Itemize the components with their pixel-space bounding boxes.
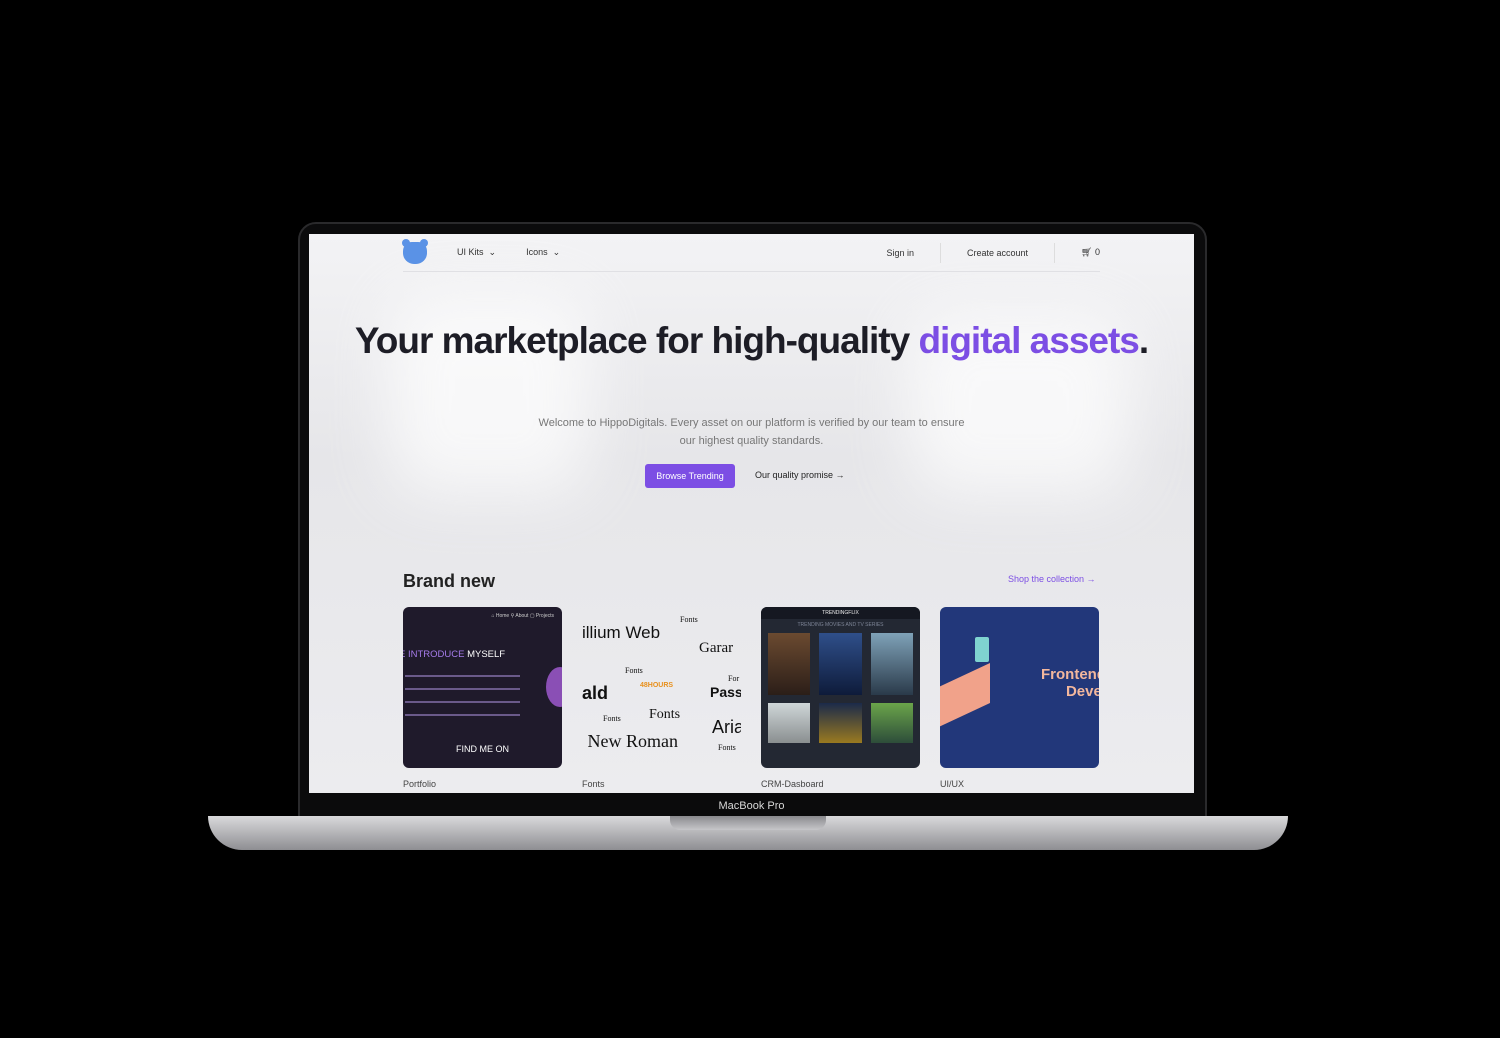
pencil-cup-illustration — [975, 637, 989, 662]
cart-icon: 🛒︎ — [1081, 247, 1093, 257]
product-card-ui-ux[interactable]: Frontend Devel — [940, 607, 1099, 768]
chevron-down-icon: ⌄ — [488, 247, 497, 257]
text-lines — [405, 675, 520, 727]
sign-in-link[interactable]: Sign in — [860, 248, 940, 258]
product-name[interactable]: Portfolio — [403, 779, 436, 789]
chevron-down-icon: ⌄ — [552, 247, 561, 257]
product-card-portfolio[interactable]: ⌂ Home ⚲ About ▢ Projects E INTRODUCE MY… — [403, 607, 562, 768]
poster-grid — [761, 628, 920, 748]
product-card-crm-dashboard[interactable]: TRENDINGFLIX TRENDING MOVIES AND TV SERI… — [761, 607, 920, 768]
nav-icons[interactable]: Icons ⌄ — [526, 247, 560, 258]
product-name[interactable]: CRM-Dasboard — [761, 779, 824, 789]
hippo-logo-icon[interactable] — [402, 238, 428, 264]
product-name[interactable]: UI/UX — [940, 779, 964, 789]
laptop-illustration — [940, 663, 990, 731]
laptop-notch — [670, 816, 826, 830]
product-name[interactable]: Fonts — [582, 779, 605, 789]
create-account-link[interactable]: Create account — [941, 248, 1054, 258]
shop-collection-link[interactable]: Shop the collection → — [1008, 574, 1096, 584]
browse-trending-button[interactable]: Browse Trending — [645, 464, 735, 488]
top-nav: UI Kits ⌄ Icons ⌄ Sign in Create account 🛒… — [402, 234, 1100, 272]
nav-ui-kits[interactable]: UI Kits ⌄ — [457, 247, 496, 258]
hero-title: Your marketplace for high-quality digita… — [354, 320, 1149, 361]
screen: UI Kits ⌄ Icons ⌄ Sign in Create account 🛒… — [309, 234, 1194, 793]
cart-button[interactable]: 🛒︎ 0 — [1055, 247, 1100, 258]
quality-promise-link[interactable]: Our quality promise → — [755, 470, 845, 480]
hero-subtitle: Welcome to HippoDigitals. Every asset on… — [538, 417, 965, 447]
product-card-fonts[interactable]: illium Web Fonts Garar Fonts ald 48HOURS… — [582, 607, 741, 768]
device-label: MacBook Pro — [718, 800, 785, 812]
section-title: Brand new — [403, 571, 496, 591]
